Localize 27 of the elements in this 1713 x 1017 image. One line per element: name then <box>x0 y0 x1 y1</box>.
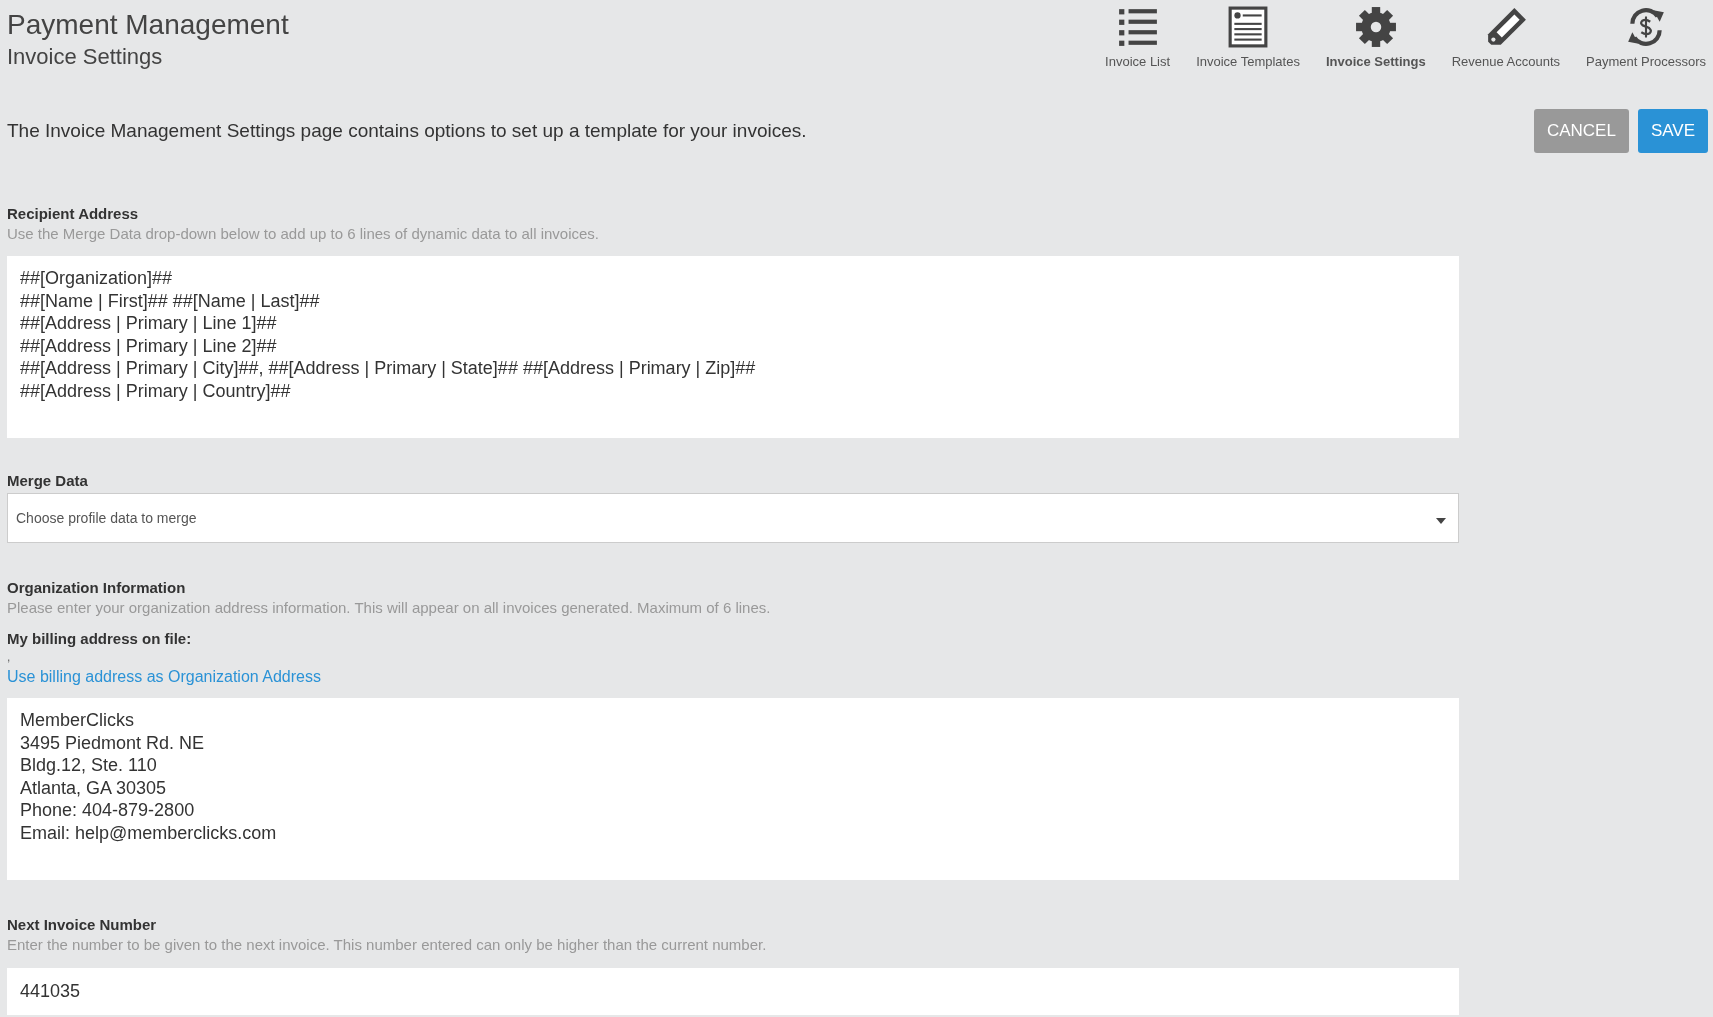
help-text: Please enter your organization address information. This will appear on all invoices generated. Maximum of 6 lines. <box>7 599 772 616</box>
merge-data-dropdown[interactable]: Choose profile data to merge <box>7 493 1459 543</box>
nav-tab[interactable]: Revenue Accounts <box>1447 6 1565 69</box>
nav-tab[interactable]: Invoice Settings <box>1321 6 1430 69</box>
document-icon <box>1227 6 1270 48</box>
dropdown-placeholder: Choose profile data to merge <box>16 510 197 526</box>
help-text: Use the Merge Data drop-down below to add up to 6 lines of dynamic data to all invoices. <box>7 225 600 242</box>
nav-tab[interactable]: Invoice Templates <box>1192 6 1304 69</box>
next-invoice-number-field[interactable]: 441035 <box>7 968 1459 1015</box>
nav-tab[interactable]: Invoice List <box>1101 6 1175 69</box>
page-title: Payment Management <box>7 8 289 42</box>
section-label: Organization Information <box>7 579 187 596</box>
save-button[interactable]: SAVE <box>1637 109 1708 153</box>
organization-address-field[interactable]: MemberClicks 3495 Piedmont Rd. NE Bldg.12, Ste. 110 Atlanta, GA 30305 Phone: 404-879-2800 Email: help@memberclicks.com <box>7 698 1459 880</box>
caret-icon <box>1436 518 1446 524</box>
help-text: Enter the number to be given to the next invoice. This number entered can only be higher than the current number. <box>7 936 768 953</box>
settings-icon <box>1354 6 1397 48</box>
page-subtitle: Invoice Settings <box>7 43 164 71</box>
section-label: Recipient Address <box>7 205 140 222</box>
section-label: Next Invoice Number <box>7 916 158 933</box>
section-label: Merge Data <box>7 472 89 489</box>
intro-text: The Invoice Management Settings page contains options to set up a template for your invoices. <box>7 120 807 142</box>
nav-tab[interactable]: Payment Processors <box>1582 6 1710 69</box>
recipient-address-field[interactable]: ##[Organization]## ##[Name | First]## ##[Name | Last]## ##[Address | Primary | Line 1]## ##[Address | Primary | Line 2]## ##[Address | Primary | City]##, ##[Address | Primary | State]## ##[Address | Primary | Zip]## ##[Address | Primary | Country]## <box>7 256 1459 438</box>
billing-address-value: , <box>7 651 12 665</box>
billing-address-label: My billing address on file: <box>7 630 193 647</box>
list-icon <box>1116 6 1159 48</box>
